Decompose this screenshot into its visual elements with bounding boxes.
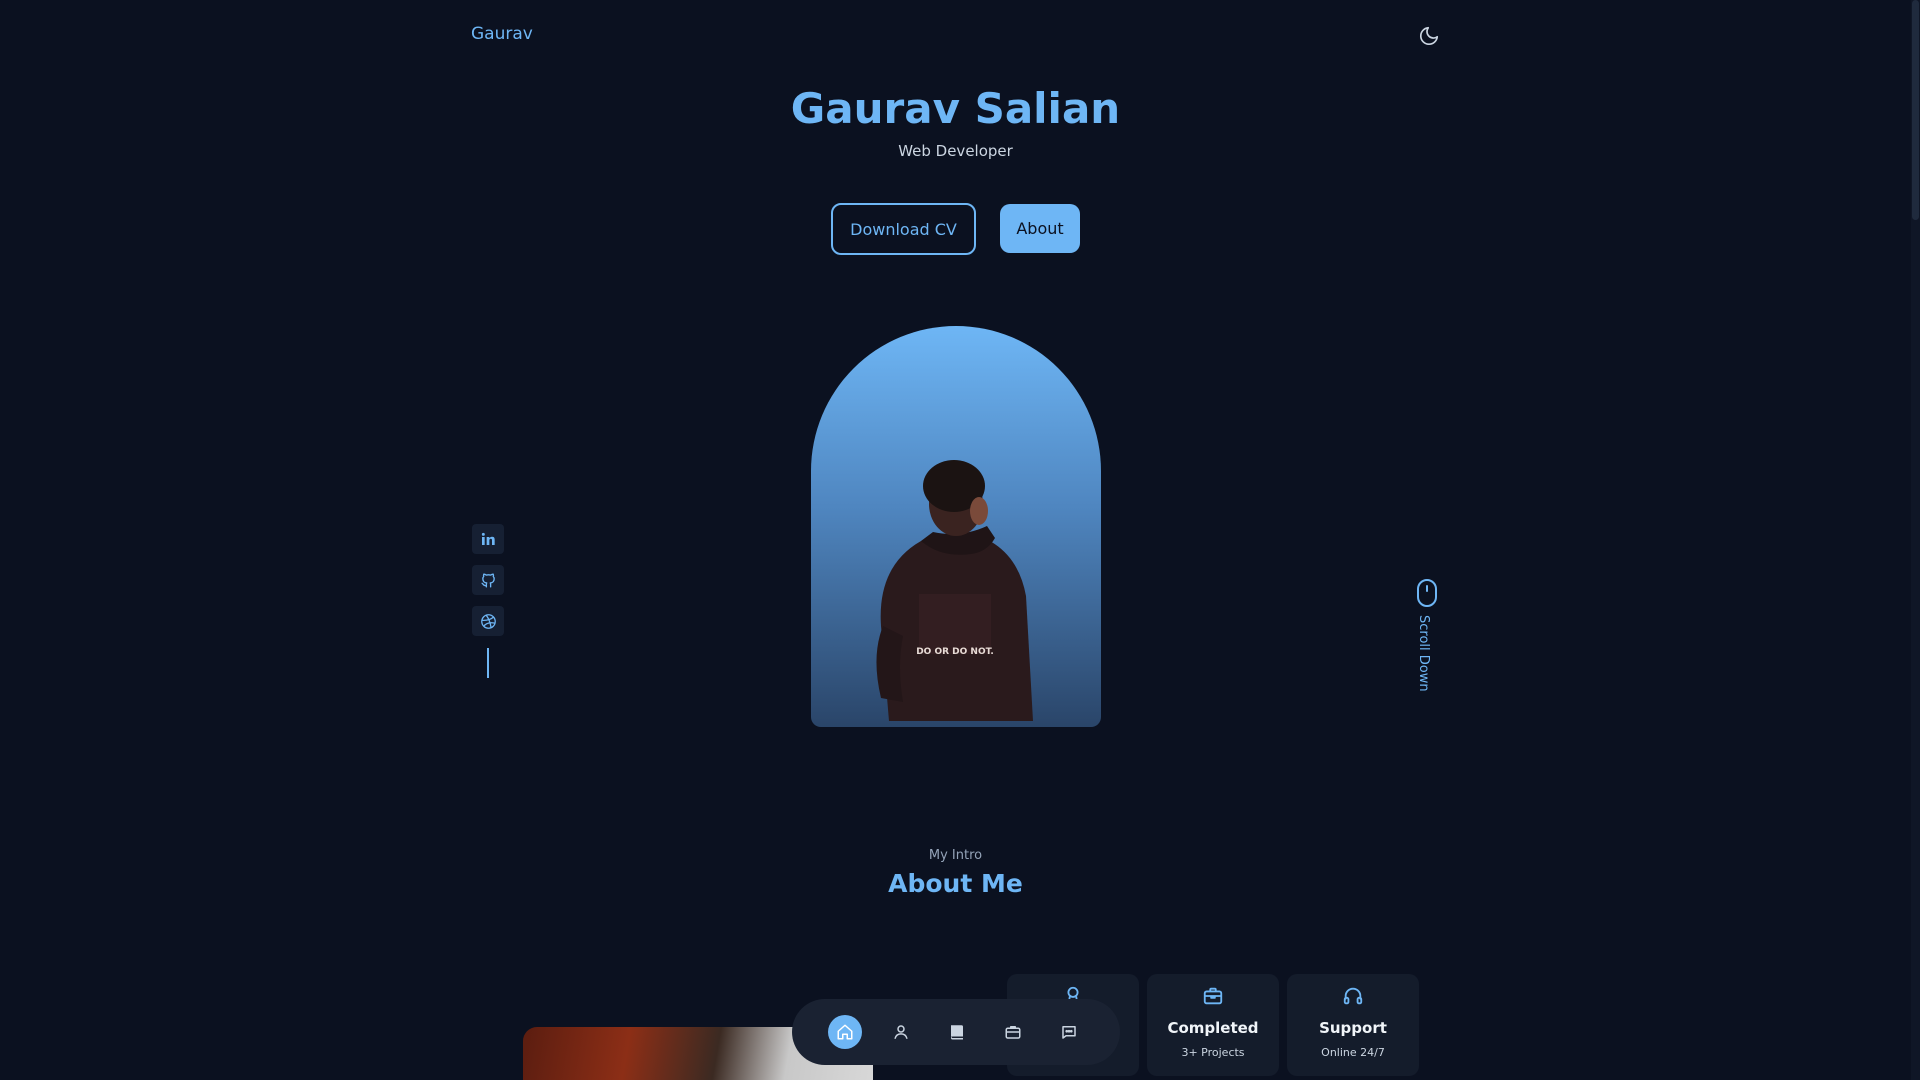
nav-home[interactable]	[828, 1015, 862, 1049]
bottom-nav	[792, 999, 1120, 1065]
hoodie-text: DO OR DO NOT.	[916, 647, 994, 657]
github-icon[interactable]	[472, 565, 504, 595]
user-icon	[894, 1025, 908, 1039]
scrollbar-thumb[interactable]	[1912, 0, 1919, 220]
moon-icon[interactable]	[1418, 25, 1440, 47]
social-divider	[487, 648, 489, 678]
dribbble-icon[interactable]	[472, 606, 504, 636]
nav-resume[interactable]	[940, 1015, 974, 1049]
info-card-support: Support Online 24/7	[1287, 974, 1419, 1076]
info-card-completed: Completed 3+ Projects	[1147, 974, 1279, 1076]
site-logo[interactable]: Gaurav	[471, 24, 533, 44]
info-card-title: Support	[1319, 1019, 1387, 1037]
linkedin-icon[interactable]	[472, 524, 504, 554]
hero-role: Web Developer	[898, 142, 1013, 160]
book-icon	[951, 1025, 963, 1040]
info-card-title: Completed	[1167, 1019, 1259, 1037]
page: Gaurav Gaurav Salian Web Developer Downl…	[0, 0, 1911, 1080]
chat-icon	[1062, 1026, 1076, 1039]
nav-about[interactable]	[884, 1015, 918, 1049]
about-button[interactable]: About	[1000, 204, 1080, 253]
nav-contact[interactable]	[1052, 1015, 1086, 1049]
hero-name: Gaurav Salian	[790, 84, 1121, 133]
nav-portfolio[interactable]	[996, 1015, 1030, 1049]
info-card-subtitle: 3+ Projects	[1181, 1046, 1245, 1059]
section-title: About Me	[888, 869, 1023, 898]
briefcase-icon	[1005, 1026, 1021, 1039]
hero-portrait: DO OR DO NOT.	[811, 326, 1101, 727]
info-card-subtitle: Online 24/7	[1321, 1046, 1385, 1059]
download-cv-button[interactable]: Download CV	[831, 203, 976, 255]
section-subtitle: My Intro	[928, 848, 983, 863]
headset-icon	[1287, 985, 1419, 1007]
briefcase-icon	[1147, 985, 1279, 1007]
scroll-down-label[interactable]: Scroll Down	[1416, 615, 1431, 692]
home-icon	[837, 1024, 853, 1040]
portrait-illustration: DO OR DO NOT.	[876, 460, 1033, 721]
mouse-icon[interactable]	[1416, 578, 1438, 612]
